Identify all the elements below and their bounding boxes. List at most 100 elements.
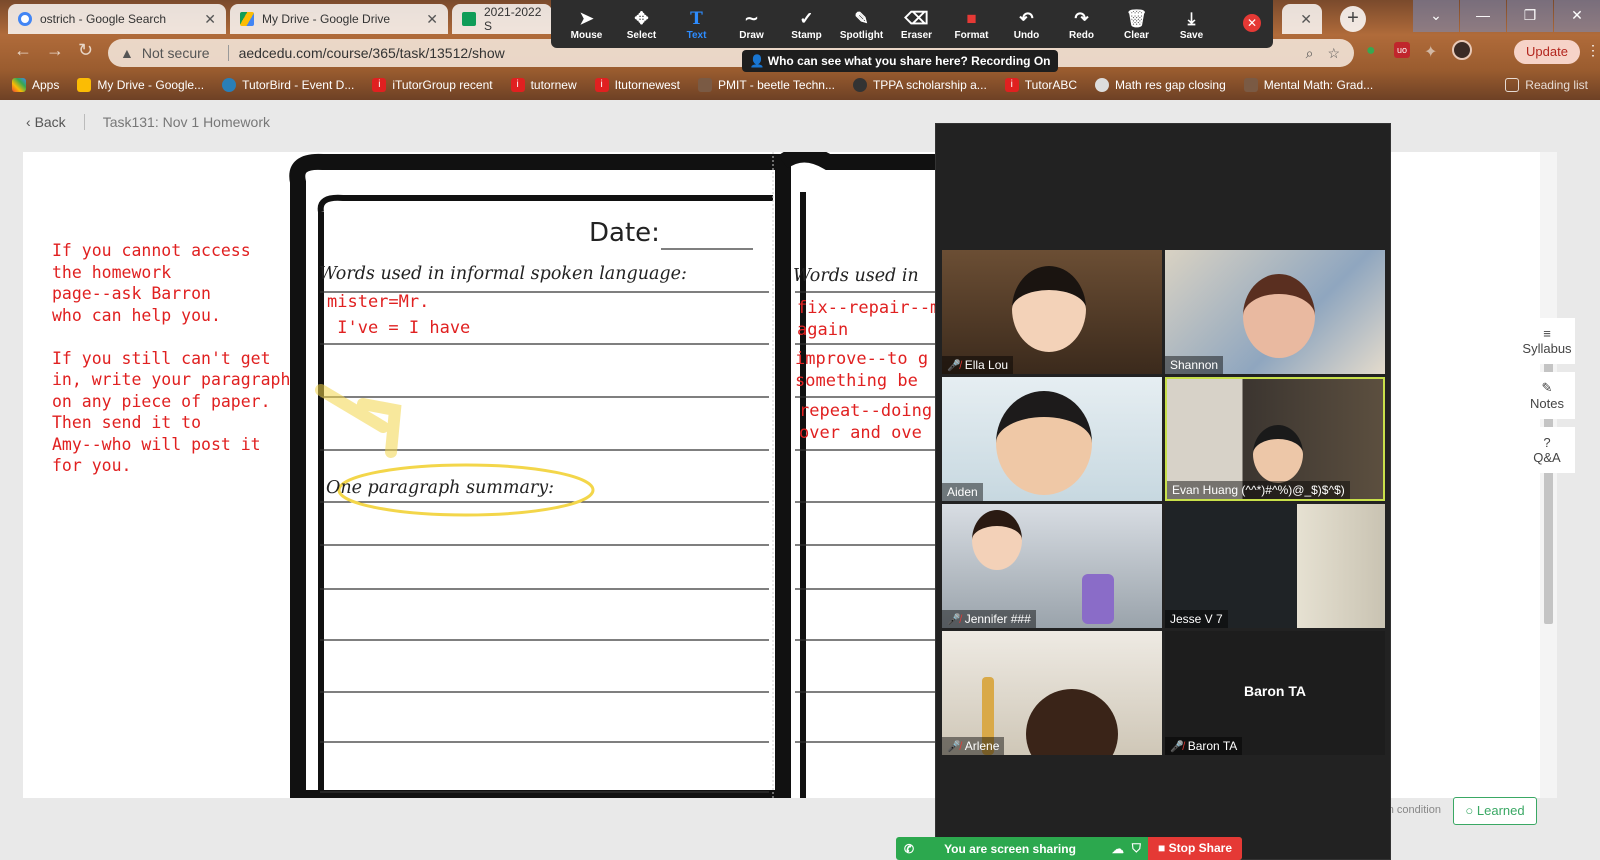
qa-tab[interactable]: ? Q&A	[1519, 427, 1575, 473]
participant-label: Baron TA	[1187, 739, 1238, 753]
tab-sheets[interactable]: 2021-2022 S	[452, 4, 552, 34]
divider	[227, 45, 229, 61]
video-tile-jesse[interactable]: Jesse V 7	[1165, 504, 1385, 628]
tppa-icon	[852, 78, 867, 92]
close-tab-icon[interactable]: ✕	[1300, 11, 1312, 28]
puzzle-icon[interactable]: ✦	[1424, 42, 1437, 62]
back-link[interactable]: ‹ Back	[26, 114, 66, 130]
minimize-icon[interactable]: —	[1460, 0, 1506, 32]
video-tile-evan[interactable]: Evan Huang (^^*)#^%)@_$)$^$)	[1165, 377, 1385, 501]
bookmark-label: PMIT - beetle Techn...	[718, 78, 835, 92]
clear-tool[interactable]: 🗑 Clear	[1109, 8, 1164, 41]
bookmark-label: Mental Math: Grad...	[1263, 78, 1374, 92]
close-tab-icon[interactable]: ✕	[204, 11, 216, 28]
bookmark-reading-list[interactable]: Reading list	[1505, 78, 1588, 92]
text-tool[interactable]: T Text	[669, 8, 724, 41]
back-arrow-icon[interactable]: ←	[14, 40, 32, 61]
window-controls: ⌄ — ❐ ✕	[1412, 0, 1600, 32]
bookmark-drive[interactable]: My Drive - Google...	[77, 78, 204, 92]
breadcrumb: ‹ Back Task131: Nov 1 Homework	[26, 114, 270, 130]
itutor-icon: i	[1004, 78, 1019, 92]
ublock-icon[interactable]: uo	[1394, 42, 1410, 58]
mouse-tool[interactable]: ➤ Mouse	[559, 8, 614, 41]
new-tab-button[interactable]: +	[1340, 6, 1366, 32]
syllabus-tab[interactable]: ≡ Syllabus	[1519, 318, 1575, 364]
select-tool[interactable]: ✥ Select	[614, 8, 669, 41]
bookmark-mental-math[interactable]: Mental Math: Grad...	[1243, 78, 1374, 92]
restore-icon[interactable]: ❐	[1507, 0, 1553, 32]
participant-name: 🎤̸ Arlene	[942, 737, 1005, 755]
stop-share-button[interactable]: ■ Stop Share	[1148, 837, 1242, 860]
video-tile-aiden[interactable]: Aiden	[942, 377, 1162, 501]
left-heading: Words used in informal spoken language:	[319, 264, 687, 284]
bookmark-itutornewest[interactable]: i Itutornewest	[594, 78, 680, 92]
tab-hidden-end[interactable]: ✕	[1282, 4, 1322, 34]
bookmark-label: TutorABC	[1024, 78, 1078, 92]
participant-label: Jesse V 7	[1170, 612, 1223, 626]
google-drive-icon	[77, 78, 92, 92]
muted-mic-icon: 🎤̸	[947, 359, 961, 372]
page-icon	[698, 78, 712, 92]
participant-label: Evan Huang (^^*)#^%)@_$)$^$)	[1172, 483, 1345, 497]
video-tile-shannon[interactable]: Shannon	[1165, 250, 1385, 374]
handwritten-entry: fix--repair--m again	[797, 298, 941, 340]
page-icon	[1243, 78, 1258, 92]
update-button[interactable]: Update	[1514, 40, 1580, 64]
video-off-name: Baron TA	[1244, 683, 1306, 699]
format-tool[interactable]: ■ Format	[944, 8, 999, 41]
tab-google-search[interactable]: ostrich - Google Search ✕	[8, 4, 226, 34]
close-tab-icon[interactable]: ✕	[426, 11, 438, 28]
squiggle-icon: ∼	[744, 8, 759, 28]
tool-label: Text	[686, 29, 707, 41]
more-menu-icon[interactable]: ⋮	[1586, 42, 1600, 59]
tool-label: Format	[954, 29, 989, 41]
bookmark-label: TutorBird - Event D...	[242, 78, 355, 92]
muted-mic-icon: 🎤̸	[947, 740, 961, 753]
video-tile-arlene[interactable]: 🎤̸ Arlene	[942, 631, 1162, 755]
google-drive-icon	[240, 12, 254, 26]
learned-button[interactable]: ○ Learned	[1453, 797, 1537, 825]
video-gallery: 🎤̸ Ella Lou Shannon Aiden Evan Huang (^^*…	[935, 123, 1391, 860]
undo-tool[interactable]: ↶ Undo	[999, 8, 1054, 41]
participant-label: Arlene	[964, 739, 1000, 753]
draw-tool[interactable]: ∼ Draw	[724, 8, 779, 41]
bookmark-math-res[interactable]: Math res gap closing	[1095, 78, 1226, 92]
eraser-tool[interactable]: ⌫ Eraser	[889, 8, 944, 41]
checkmark-icon: ✓	[799, 8, 814, 28]
forward-arrow-icon[interactable]: →	[46, 40, 64, 61]
avatar[interactable]	[1452, 40, 1472, 60]
close-annotation-icon[interactable]: ✕	[1243, 14, 1261, 32]
video-tile-baron[interactable]: Baron TA 🎤̸ Baron TA	[1165, 631, 1385, 755]
bookmark-apps[interactable]: Apps	[12, 78, 59, 92]
spotlight-tool[interactable]: ✎ Spotlight	[834, 8, 889, 41]
tool-label: Mouse	[570, 29, 603, 41]
eraser-icon: ⌫	[904, 8, 929, 28]
bookmark-tppa[interactable]: TPPA scholarship a...	[852, 78, 987, 92]
reload-icon[interactable]: ↻	[78, 40, 93, 61]
bookmark-itutorgroup[interactable]: i iTutorGroup recent	[372, 78, 493, 92]
participant-video	[972, 510, 1022, 570]
tab-google-drive[interactable]: My Drive - Google Drive ✕	[230, 4, 448, 34]
bookmark-tutorbird[interactable]: TutorBird - Event D...	[222, 78, 354, 92]
redo-tool[interactable]: ↷ Redo	[1054, 8, 1109, 41]
bookmark-pmit[interactable]: PMIT - beetle Techn...	[698, 78, 835, 92]
star-icon[interactable]: ☆	[1327, 45, 1340, 62]
recording-notice[interactable]: 👤 Who can see what you share here? Recor…	[742, 50, 1058, 72]
bookmark-tutornew[interactable]: i tutornew	[510, 78, 577, 92]
save-tool[interactable]: ⤓ Save	[1164, 8, 1219, 41]
tool-label: Spotlight	[839, 29, 884, 41]
tab-search-icon[interactable]: ⌄	[1413, 0, 1459, 32]
handwritten-entry: improve--to g something be	[795, 349, 929, 391]
stamp-tool[interactable]: ✓ Stamp	[779, 8, 834, 41]
close-window-icon[interactable]: ✕	[1554, 0, 1600, 32]
bookmark-label: tutornew	[530, 78, 577, 92]
bookmark-tutorabc[interactable]: i TutorABC	[1004, 78, 1078, 92]
url-text: aedcedu.com/course/365/task/13512/show	[238, 45, 505, 61]
video-tile-jennifer[interactable]: 🎤̸ Jennifer ###	[942, 504, 1162, 628]
zoom-icon[interactable]: ⌕	[1306, 45, 1314, 62]
chevron-left-icon: ‹	[26, 114, 35, 130]
bookmarks-bar: Apps My Drive - Google... TutorBird - Ev…	[0, 72, 1600, 98]
extension-icon[interactable]: ●	[1366, 42, 1376, 60]
notes-tab[interactable]: ✎ Notes	[1519, 372, 1575, 419]
video-tile-ella[interactable]: 🎤̸ Ella Lou	[942, 250, 1162, 374]
